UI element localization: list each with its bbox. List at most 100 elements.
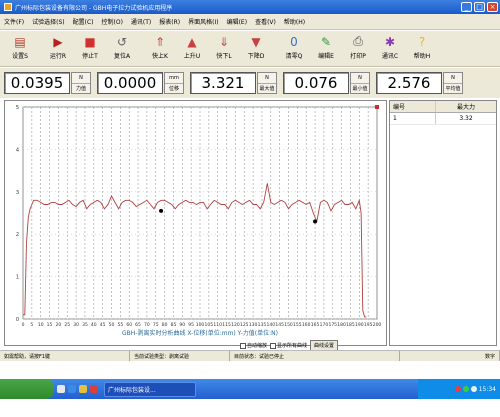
quicklaunch-ie-icon[interactable] bbox=[68, 385, 76, 393]
toolbar-button-down[interactable]: ▼ 下降D bbox=[240, 34, 272, 64]
y-tick-label: 4 bbox=[16, 147, 19, 153]
x-tick-label: 185 bbox=[346, 322, 355, 328]
stop-icon: ■ bbox=[84, 34, 96, 49]
system-tray: 15:34 bbox=[418, 379, 500, 399]
x-tick-label: 50 bbox=[109, 322, 115, 328]
toolbar-label: 清零Q bbox=[285, 53, 303, 60]
toolbar-label: 帮助H bbox=[413, 53, 431, 60]
menu-communication[interactable]: 通讯(T) bbox=[131, 17, 151, 26]
x-tick-label: 130 bbox=[249, 322, 258, 328]
y-tick-label: 5 bbox=[16, 105, 19, 111]
x-tick-label: 170 bbox=[320, 322, 329, 328]
toolbar-button-fast-up[interactable]: ⇑ 快上K bbox=[144, 34, 176, 64]
x-tick-label: 80 bbox=[162, 322, 168, 328]
clock: 15:34 bbox=[478, 385, 496, 393]
readout-force: 0.0395 N 力值 bbox=[4, 72, 91, 94]
x-tick-label: 5 bbox=[30, 322, 33, 328]
toolbar-label: 快下L bbox=[216, 53, 232, 60]
toolbar-button-up[interactable]: ▲ 上升U bbox=[176, 34, 208, 64]
window-title: 广州标际包装设备有限公司 - GBH电子拉力试验机应用程序 bbox=[15, 4, 173, 12]
toolbar-label: 通讯C bbox=[381, 53, 399, 60]
auto-scale-label: 自动缩放 bbox=[247, 343, 268, 349]
toolbar-button-run[interactable]: ▶ 运行R bbox=[42, 34, 74, 64]
toolbar-button-zero[interactable]: 0 清零Q bbox=[278, 34, 310, 64]
x-tick-label: 180 bbox=[337, 322, 346, 328]
taskbar: 广州标际包装设... 15:34 bbox=[0, 379, 500, 399]
x-tick-label: 15 bbox=[47, 322, 53, 328]
start-button[interactable] bbox=[0, 379, 54, 399]
toolbar-label: 复位A bbox=[113, 53, 131, 60]
menu-config[interactable]: 配置(C) bbox=[73, 17, 94, 26]
x-tick-label: 155 bbox=[293, 322, 302, 328]
toolbar-label: 上升U bbox=[183, 53, 201, 60]
readout-max: 3.321 N 最大值 bbox=[190, 72, 277, 94]
auto-scale-option[interactable]: 自动缩放 bbox=[240, 342, 267, 349]
show-all-option[interactable]: 显示所有曲线 bbox=[270, 342, 307, 349]
tray-icon[interactable] bbox=[470, 386, 477, 392]
min-unit: N bbox=[358, 74, 362, 81]
show-all-checkbox[interactable] bbox=[270, 342, 277, 349]
communication-icon: ✱ bbox=[384, 34, 396, 49]
minimize-button[interactable]: _ bbox=[461, 2, 472, 12]
tray-icon[interactable] bbox=[462, 386, 469, 392]
status-bar: 如需帮助，请按F1键 当前试验类型：剥离试验 目前状态：试验已停止 数字 bbox=[0, 350, 500, 361]
menu-file[interactable]: 文件(F) bbox=[4, 17, 24, 26]
menu-view[interactable]: 查看(V) bbox=[255, 17, 276, 26]
x-tick-label: 195 bbox=[364, 322, 373, 328]
x-tick-label: 45 bbox=[100, 322, 106, 328]
x-tick-label: 105 bbox=[205, 322, 214, 328]
edit-icon: ✎ bbox=[320, 34, 332, 49]
quicklaunch-folder-icon[interactable] bbox=[79, 385, 87, 393]
menu-control[interactable]: 控制(O) bbox=[102, 17, 123, 26]
min-value: 0.076 bbox=[283, 72, 349, 94]
x-tick-label: 90 bbox=[179, 322, 185, 328]
toolbar-button-help[interactable]: ? 帮助H bbox=[406, 34, 438, 64]
toolbar-button-stop[interactable]: ■ 停止T bbox=[74, 34, 106, 64]
x-tick-label: 10 bbox=[38, 322, 44, 328]
toolbar-label: 快上K bbox=[152, 53, 168, 60]
maximize-button[interactable]: □ bbox=[474, 2, 485, 12]
toolbar-button-reset[interactable]: ↺ 复位A bbox=[106, 34, 138, 64]
toolbar-button-print[interactable]: ⎙ 打印P bbox=[342, 34, 374, 64]
x-tick-label: 150 bbox=[284, 322, 293, 328]
toolbar-button-communication[interactable]: ✱ 通讯C bbox=[374, 34, 406, 64]
fast-down-icon: ⇓ bbox=[218, 34, 230, 49]
quicklaunch-app-icon[interactable] bbox=[90, 385, 98, 393]
zero-icon: 0 bbox=[290, 34, 298, 49]
close-button[interactable]: × bbox=[487, 2, 498, 12]
menu-interface-style[interactable]: 界面风格(I) bbox=[188, 17, 218, 26]
toolbar-label: 运行R bbox=[49, 53, 67, 60]
status-num: 数字 bbox=[400, 351, 500, 361]
displacement-value: 0.0000 bbox=[97, 72, 163, 94]
toolbar: ▤ 设置S ▶ 运行R ■ 停止T ↺ 复位A ⇑ 快上K ▲ 上升U ⇓ 快下L ▼ 下降D 0 清零Q ✎ 编辑E… bbox=[0, 31, 500, 67]
cell-max-force: 3.32 bbox=[459, 115, 473, 122]
menu-help[interactable]: 帮助(H) bbox=[284, 17, 305, 26]
y-tick-label: 3 bbox=[16, 190, 19, 196]
x-tick-label: 175 bbox=[328, 322, 337, 328]
x-tick-label: 25 bbox=[64, 322, 70, 328]
menu-report[interactable]: 报表(R) bbox=[159, 17, 180, 26]
menu-edit[interactable]: 编辑(E) bbox=[227, 17, 247, 26]
menu-bar: 文件(F) 试验选择(S) 配置(C) 控制(O) 通讯(T) 报表(R) 界面… bbox=[0, 14, 500, 30]
x-tick-label: 40 bbox=[91, 322, 97, 328]
taskbar-app-button[interactable]: 广州标际包装设... bbox=[104, 381, 196, 397]
toolbar-button-fast-down[interactable]: ⇓ 快下L bbox=[208, 34, 240, 64]
table-row[interactable]: 1 3.32 bbox=[390, 113, 496, 125]
y-tick-label: 0 bbox=[16, 317, 19, 323]
menu-test-select[interactable]: 试验选择(S) bbox=[32, 17, 65, 26]
cell-number: 1 bbox=[390, 113, 436, 124]
auto-scale-checkbox[interactable] bbox=[240, 342, 246, 349]
toolbar-button-edit[interactable]: ✎ 编辑E bbox=[310, 34, 342, 64]
status-state: 目前状态：试验已停止 bbox=[230, 351, 400, 361]
quicklaunch-desktop-icon[interactable] bbox=[57, 385, 65, 393]
toolbar-button-settings[interactable]: ▤ 设置S bbox=[4, 34, 36, 64]
down-icon: ▼ bbox=[251, 34, 261, 49]
tray-icon[interactable] bbox=[454, 386, 461, 392]
x-tick-label: 35 bbox=[82, 322, 88, 328]
readout-displacement: 0.0000 mm 位移 bbox=[97, 72, 184, 94]
average-value: 2.576 bbox=[376, 72, 442, 94]
x-tick-label: 160 bbox=[302, 322, 311, 328]
status-help: 如需帮助，请按F1键 bbox=[0, 351, 130, 361]
average-label: 平均值 bbox=[444, 82, 462, 94]
readout-min: 0.076 N 最小值 bbox=[283, 72, 370, 94]
